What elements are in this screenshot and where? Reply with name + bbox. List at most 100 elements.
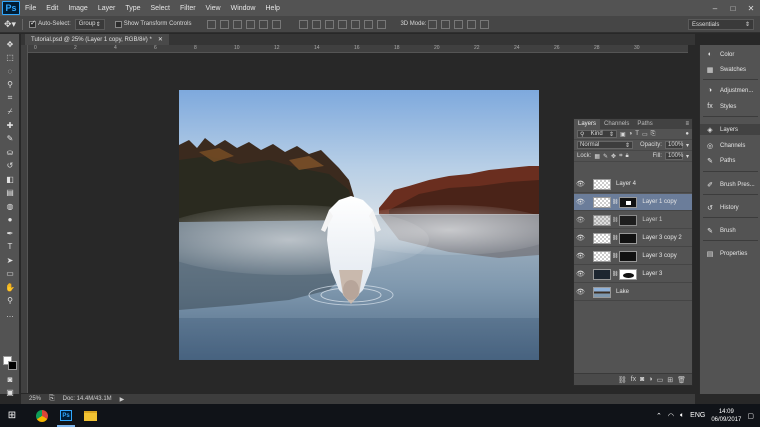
- filter-adjustment-icon[interactable]: ◑: [629, 131, 633, 137]
- background-color-swatch[interactable]: [8, 361, 17, 370]
- filter-shape-icon[interactable]: ▭: [642, 131, 648, 138]
- align-bottom-icon[interactable]: [233, 19, 243, 29]
- 3d-roll-icon[interactable]: [441, 19, 451, 29]
- layer-mask-thumbnail[interactable]: [619, 196, 638, 208]
- layer-mask-thumbnail[interactable]: [619, 214, 638, 226]
- blend-mode-dropdown[interactable]: Normal ⇕: [577, 141, 633, 149]
- eraser-tool-icon[interactable]: ◧: [3, 173, 17, 185]
- eyedropper-tool-icon[interactable]: ⌿: [3, 106, 17, 118]
- maximize-button[interactable]: □: [724, 0, 742, 16]
- adjustment-icon[interactable]: ◑: [648, 376, 652, 383]
- dock-brush[interactable]: ✎ Brush: [700, 225, 760, 236]
- marquee-tool-icon[interactable]: ⬚: [3, 52, 17, 64]
- distribute-top-icon[interactable]: [299, 19, 309, 29]
- tray-expand-icon[interactable]: ⌃: [656, 412, 662, 420]
- notifications-icon[interactable]: ▢: [747, 412, 754, 420]
- dock-adjustments[interactable]: ◑ Adjustmen...: [700, 85, 760, 96]
- clock[interactable]: 14:09 06/09/2017: [711, 408, 741, 424]
- dock-history[interactable]: ↺ History: [700, 202, 760, 213]
- chrome-icon[interactable]: [30, 404, 54, 427]
- close-button[interactable]: ✕: [742, 0, 760, 16]
- layer-row[interactable]: 👁︎ ⛓ Layer 3 copy 2: [574, 230, 692, 247]
- distribute-bottom-icon[interactable]: [325, 19, 335, 29]
- layer-row-selected[interactable]: 👁︎ ⛓ Layer 1 copy: [574, 194, 692, 211]
- menu-edit[interactable]: Edit: [41, 5, 63, 12]
- crop-tool-icon[interactable]: ⌗: [3, 92, 17, 104]
- layer-row[interactable]: 👁︎ ⛓ Layer 3 copy: [574, 248, 692, 265]
- auto-align-icon[interactable]: [377, 19, 387, 29]
- menu-select[interactable]: Select: [146, 5, 175, 12]
- distribute-right-icon[interactable]: [364, 19, 374, 29]
- layer-row[interactable]: 👁︎ Lake: [574, 284, 692, 301]
- visibility-eye-icon[interactable]: 👁︎: [576, 180, 585, 188]
- dock-brush-presets[interactable]: ✐ Brush Pres...: [700, 179, 760, 190]
- filter-kind-dropdown[interactable]: ⚲ Kind ⇕: [577, 130, 617, 138]
- 3d-scale-icon[interactable]: [480, 19, 490, 29]
- show-transform-option[interactable]: Show Transform Controls: [114, 20, 191, 28]
- visibility-eye-icon[interactable]: 👁︎: [576, 252, 585, 260]
- 3d-drag-icon[interactable]: [454, 19, 464, 29]
- layer-mask-thumbnail[interactable]: [619, 232, 638, 244]
- layer-mask-thumbnail[interactable]: [619, 250, 638, 262]
- layer-row[interactable]: 👁︎ Layer 4: [574, 176, 692, 193]
- show-transform-checkbox[interactable]: [114, 20, 122, 28]
- path-select-tool-icon[interactable]: ➤: [3, 254, 17, 266]
- tab-channels[interactable]: Channels: [600, 119, 633, 129]
- screen-mode-icon[interactable]: ▣: [3, 387, 17, 399]
- align-left-icon[interactable]: [246, 19, 256, 29]
- distribute-left-icon[interactable]: [338, 19, 348, 29]
- fill-input[interactable]: 100%: [664, 152, 683, 160]
- new-layer-icon[interactable]: ⊞: [667, 376, 673, 384]
- distribute-hcenter-icon[interactable]: [351, 19, 361, 29]
- group-icon[interactable]: ▭: [657, 376, 664, 384]
- align-top-icon[interactable]: [207, 19, 217, 29]
- file-explorer-icon[interactable]: [78, 404, 102, 427]
- shape-tool-icon[interactable]: ▭: [3, 268, 17, 280]
- align-hcenter-icon[interactable]: [259, 19, 269, 29]
- healing-tool-icon[interactable]: ✚: [3, 119, 17, 131]
- menu-layer[interactable]: Layer: [93, 5, 121, 12]
- fx-icon[interactable]: fx: [631, 376, 636, 383]
- layer-row[interactable]: 👁︎ ⛓ Layer 1: [574, 212, 692, 229]
- auto-select-dropdown[interactable]: Group ⇕: [74, 18, 105, 30]
- layer-row[interactable]: 👁︎ ⛓ Layer 3: [574, 266, 692, 283]
- tab-layers[interactable]: Layers: [574, 119, 601, 129]
- tab-paths[interactable]: Paths: [633, 119, 656, 129]
- dock-properties[interactable]: ▤ Properties: [700, 248, 760, 259]
- hand-tool-icon[interactable]: ✋: [3, 281, 17, 293]
- move-tool-icon[interactable]: ✥▾: [4, 19, 16, 30]
- visibility-eye-icon[interactable]: 👁︎: [576, 288, 585, 296]
- pen-tool-icon[interactable]: ✒: [3, 227, 17, 239]
- mask-icon[interactable]: ◙: [640, 376, 644, 383]
- minimize-button[interactable]: –: [706, 0, 724, 16]
- menu-image[interactable]: Image: [63, 5, 92, 12]
- visibility-eye-icon[interactable]: 👁︎: [576, 216, 585, 224]
- auto-select-checkbox[interactable]: [29, 19, 37, 28]
- layer-mask-thumbnail[interactable]: [619, 268, 638, 280]
- 3d-slide-icon[interactable]: [467, 19, 477, 29]
- workspace-dropdown[interactable]: Essentials ⇕: [688, 19, 754, 30]
- lock-all-icon[interactable]: 🔒︎: [625, 153, 628, 160]
- fill-arrow-icon[interactable]: ▾: [686, 153, 689, 160]
- windows-start-icon[interactable]: ⊞: [0, 404, 24, 427]
- zoom-level[interactable]: 25%: [29, 396, 41, 402]
- opacity-arrow-icon[interactable]: ▾: [686, 142, 689, 149]
- visibility-eye-icon[interactable]: 👁︎: [576, 198, 585, 206]
- close-tab-icon[interactable]: ✕: [158, 36, 163, 43]
- export-icon[interactable]: ⎘: [49, 395, 55, 403]
- move-tool-icon[interactable]: ✥: [3, 38, 17, 50]
- volume-icon[interactable]: 🔈︎: [680, 412, 684, 420]
- lock-position-icon[interactable]: ✥: [611, 153, 616, 160]
- 3d-rotate-icon[interactable]: [428, 19, 438, 29]
- type-tool-icon[interactable]: T: [3, 241, 17, 253]
- distribute-vcenter-icon[interactable]: [312, 19, 322, 29]
- dock-paths[interactable]: ✎ Paths: [700, 155, 760, 166]
- language-indicator[interactable]: ENG: [690, 412, 705, 419]
- extras-icon[interactable]: …: [3, 308, 17, 320]
- document-tab[interactable]: Tutorial.psd @ 25% (Layer 1 copy, RGB/8#…: [25, 34, 169, 45]
- dodge-tool-icon[interactable]: ●: [3, 214, 17, 226]
- link-chain-icon[interactable]: ⛓: [612, 271, 618, 277]
- menu-view[interactable]: View: [201, 5, 226, 12]
- lasso-tool-icon[interactable]: ◌: [3, 65, 17, 77]
- quick-mask-icon[interactable]: ◙: [3, 374, 17, 386]
